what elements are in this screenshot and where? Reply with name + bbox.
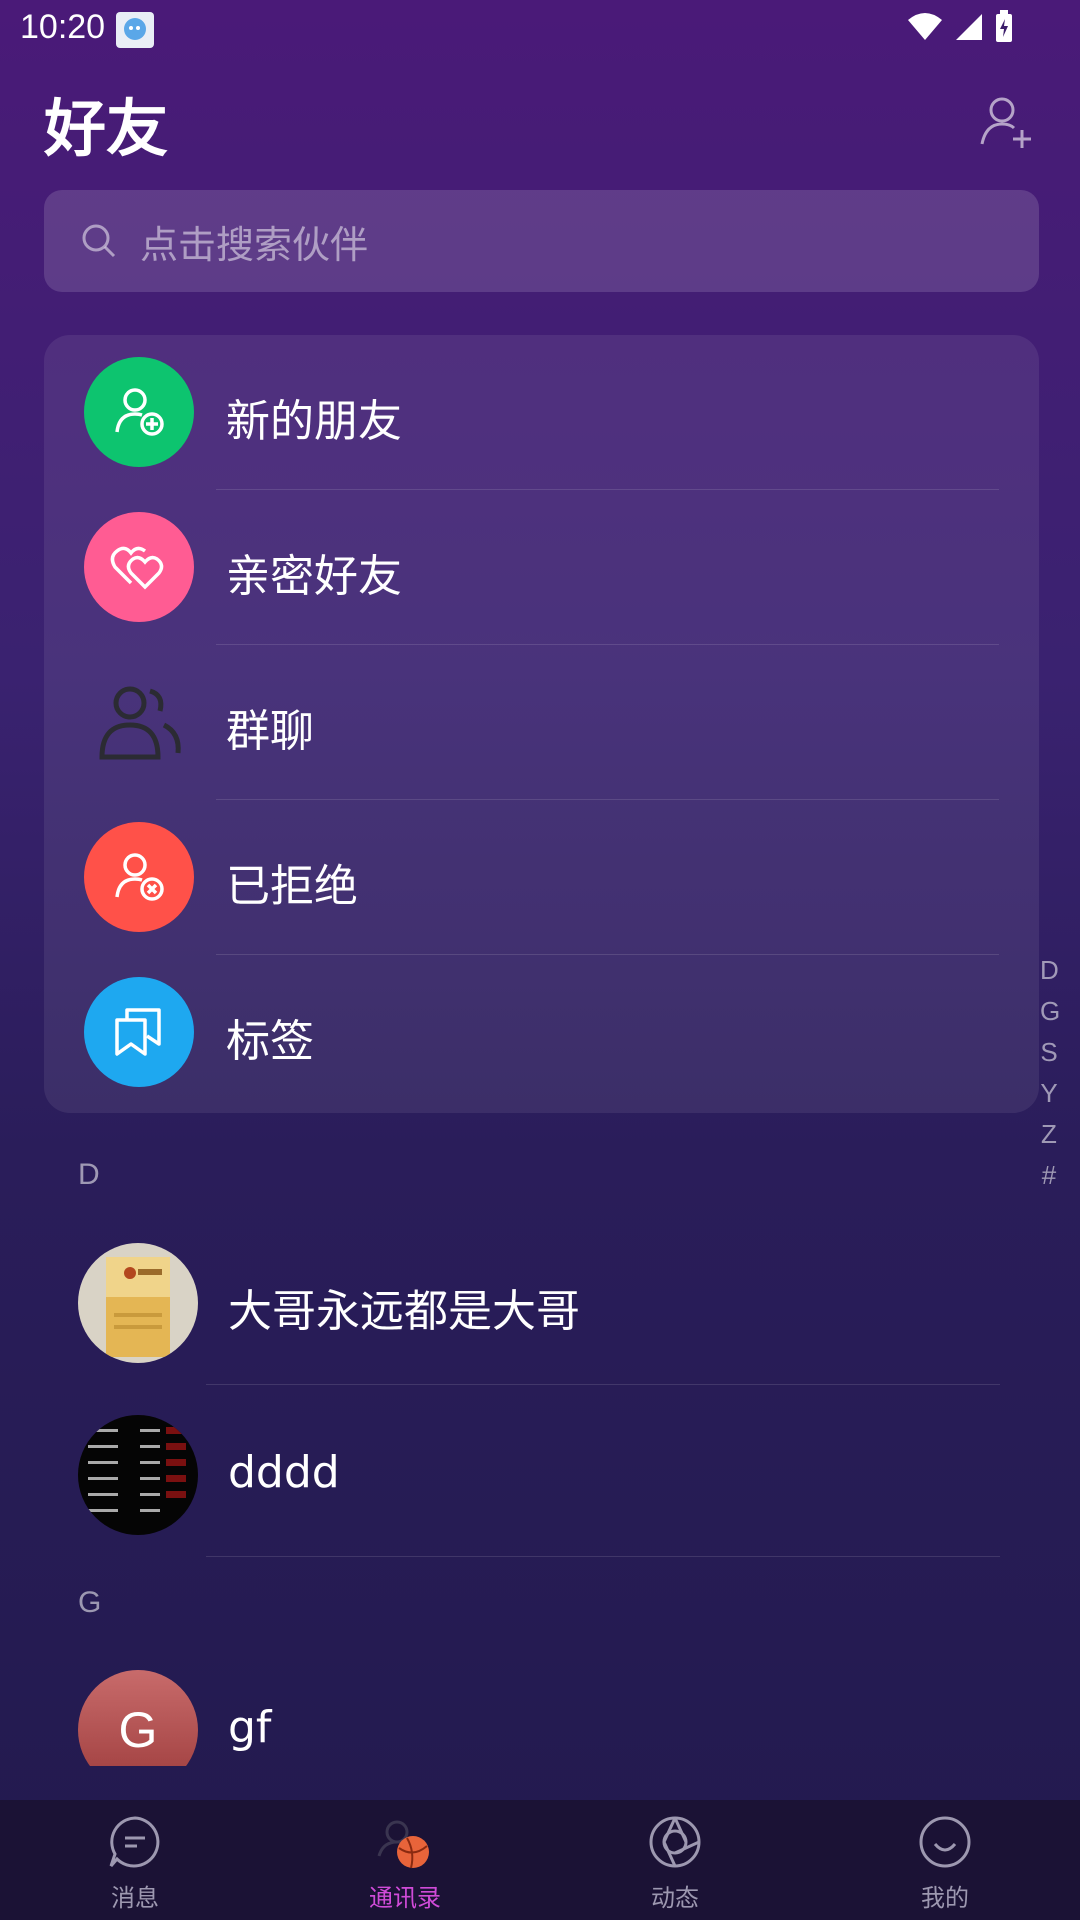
smile-icon bbox=[919, 1816, 971, 1868]
menu-label: 标签 bbox=[226, 1016, 314, 1067]
index-letter[interactable]: S bbox=[1040, 1032, 1058, 1073]
hearts-icon bbox=[84, 512, 194, 622]
tab-label: 通讯录 bbox=[369, 1884, 441, 1912]
contact-name: gf bbox=[228, 1702, 272, 1753]
status-time: 10:20 bbox=[20, 8, 106, 46]
index-letter[interactable]: G bbox=[1040, 991, 1060, 1032]
tab-moments[interactable]: 动态 bbox=[540, 1800, 810, 1920]
index-letter[interactable]: # bbox=[1040, 1155, 1058, 1196]
menu-item-new-friends[interactable]: 新的朋友 bbox=[44, 335, 1039, 490]
add-person-icon bbox=[84, 357, 194, 467]
status-bar: 10:20 bbox=[0, 0, 1080, 58]
avatar: G bbox=[78, 1670, 198, 1766]
avatar-initial: G bbox=[118, 1702, 158, 1758]
tab-me[interactable]: 我的 bbox=[810, 1800, 1080, 1920]
bottom-tab-bar: 消息 通讯录 动态 我的 bbox=[0, 1800, 1080, 1920]
friends-menu: 新的朋友 亲密好友 群聊 已拒绝 标签 bbox=[44, 335, 1039, 1113]
menu-item-rejected[interactable]: 已拒绝 bbox=[44, 800, 1039, 955]
menu-item-close-friends[interactable]: 亲密好友 bbox=[44, 490, 1039, 645]
menu-label: 新的朋友 bbox=[226, 396, 402, 447]
tab-label: 动态 bbox=[651, 1884, 699, 1912]
contact-row[interactable]: 大哥永远都是大哥 bbox=[0, 1225, 1080, 1385]
tab-contacts[interactable]: 通讯录 bbox=[270, 1800, 540, 1920]
search-icon bbox=[80, 222, 118, 264]
add-person-icon bbox=[980, 97, 1031, 148]
page-title: 好友 bbox=[44, 92, 169, 165]
contact-name: dddd bbox=[228, 1447, 340, 1498]
divider bbox=[206, 1556, 1000, 1557]
index-letter[interactable]: Z bbox=[1040, 1114, 1058, 1155]
message-icon bbox=[109, 1816, 160, 1868]
search-input[interactable]: 点击搜索伙伴 bbox=[44, 190, 1039, 292]
tab-label: 我的 bbox=[921, 1884, 969, 1912]
avatar bbox=[78, 1243, 198, 1363]
alphabet-index[interactable]: D G S Y Z # bbox=[1040, 950, 1060, 1196]
menu-item-group-chat[interactable]: 群聊 bbox=[44, 645, 1039, 800]
rejected-person-icon bbox=[84, 822, 194, 932]
menu-label: 已拒绝 bbox=[226, 861, 358, 912]
menu-label: 群聊 bbox=[226, 706, 314, 757]
divider bbox=[206, 1384, 1000, 1385]
contact-name: 大哥永远都是大哥 bbox=[228, 1286, 580, 1337]
contact-row[interactable]: G gf bbox=[0, 1652, 1080, 1766]
section-header-g: G bbox=[78, 1586, 102, 1619]
battery-icon bbox=[994, 10, 1014, 48]
aperture-icon bbox=[649, 1816, 701, 1868]
tab-label: 消息 bbox=[111, 1884, 159, 1912]
index-letter[interactable]: D bbox=[1040, 950, 1059, 991]
index-letter[interactable]: Y bbox=[1040, 1073, 1058, 1114]
menu-item-tags[interactable]: 标签 bbox=[44, 955, 1039, 1110]
contact-row[interactable]: dddd bbox=[0, 1397, 1080, 1557]
group-icon bbox=[84, 667, 194, 777]
contacts-icon bbox=[377, 1820, 429, 1869]
section-header-d: D bbox=[78, 1158, 100, 1191]
tag-icon bbox=[84, 977, 194, 1087]
app-notification-icon bbox=[116, 12, 154, 48]
add-friend-button[interactable] bbox=[978, 92, 1036, 150]
menu-label: 亲密好友 bbox=[226, 551, 402, 602]
signal-icon bbox=[954, 12, 984, 46]
search-placeholder: 点击搜索伙伴 bbox=[140, 223, 369, 267]
avatar bbox=[78, 1415, 198, 1535]
tab-messages[interactable]: 消息 bbox=[0, 1800, 270, 1920]
wifi-icon bbox=[906, 12, 944, 46]
